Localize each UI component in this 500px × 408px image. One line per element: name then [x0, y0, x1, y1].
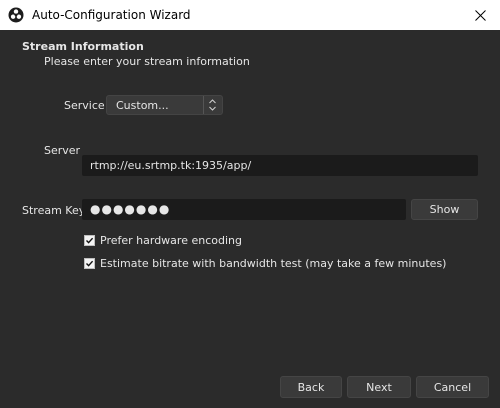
- back-button[interactable]: Back: [280, 376, 342, 398]
- estimate-bitrate-label: Estimate bitrate with bandwidth test (ma…: [100, 257, 447, 270]
- service-selected-value: Custom...: [116, 99, 169, 112]
- close-button[interactable]: [460, 0, 500, 30]
- title-bar: Auto-Configuration Wizard: [0, 0, 500, 30]
- window-title: Auto-Configuration Wizard: [32, 8, 191, 22]
- checkmark-icon: [86, 260, 94, 267]
- next-button[interactable]: Next: [347, 376, 411, 398]
- server-input[interactable]: rtmp://eu.srtmp.tk:1935/app/: [82, 155, 478, 176]
- page-subheading: Please enter your stream information: [44, 55, 250, 68]
- stream-key-input[interactable]: ●●●●●●●: [82, 199, 406, 220]
- page-heading: Stream Information: [22, 40, 144, 53]
- prefer-hardware-encoding-checkbox[interactable]: [84, 235, 95, 246]
- prefer-hardware-encoding-label: Prefer hardware encoding: [100, 234, 242, 247]
- close-icon: [474, 9, 486, 21]
- up-down-arrows-icon: [203, 96, 222, 114]
- service-select[interactable]: Custom...: [106, 95, 223, 115]
- checkmark-icon: [86, 237, 94, 244]
- stream-key-masked-value: ●●●●●●●: [90, 202, 171, 216]
- estimate-bitrate-checkbox[interactable]: [84, 258, 95, 269]
- server-label: Server: [44, 144, 81, 157]
- server-input-value: rtmp://eu.srtmp.tk:1935/app/: [90, 159, 252, 172]
- service-label: Service: [64, 99, 105, 112]
- cancel-button[interactable]: Cancel: [416, 376, 489, 398]
- obs-logo-icon: [8, 7, 24, 23]
- stream-key-label: Stream Key: [22, 204, 86, 217]
- show-key-button[interactable]: Show: [411, 199, 478, 220]
